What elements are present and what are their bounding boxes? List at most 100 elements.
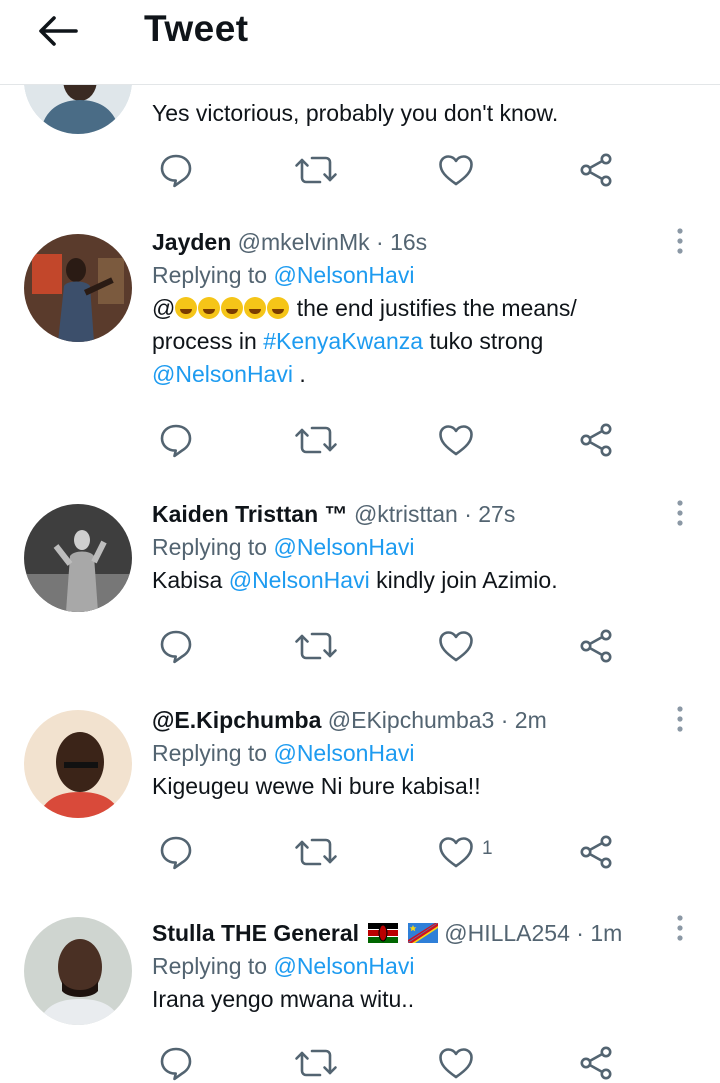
tweet-text-part: Kabisa	[152, 567, 229, 593]
timestamp[interactable]: · 1m	[576, 920, 622, 946]
share-icon	[576, 626, 616, 666]
retweet-button[interactable]	[294, 626, 338, 666]
page-title: Tweet	[144, 8, 249, 49]
tweet-text: Kabisa @NelsonHavi kindly join Azimio.	[152, 564, 680, 597]
heart-icon	[436, 832, 476, 872]
like-button[interactable]	[436, 1043, 476, 1083]
replying-to-label: Replying to	[152, 534, 268, 560]
avatar[interactable]	[24, 234, 132, 342]
reply-tweet[interactable]: @E.Kipchumba @EKipchumba3 · 2m Replying …	[0, 686, 720, 894]
reply-icon	[156, 626, 196, 666]
tweet-text: Irana yengo mwana witu..	[152, 986, 415, 1012]
retweet-icon	[294, 832, 338, 872]
reply-button[interactable]	[156, 832, 196, 872]
laughing-emoji-icon	[221, 297, 244, 319]
share-icon	[576, 1043, 616, 1083]
tweet-actions	[152, 1043, 632, 1083]
tweet-text: @ the end justifies the means/ process i…	[152, 292, 680, 391]
reply-button[interactable]	[156, 420, 196, 460]
reply-button[interactable]	[156, 1043, 196, 1083]
heart-icon	[436, 420, 476, 460]
hashtag-link[interactable]: #KenyaKwanza	[263, 328, 423, 354]
author-name[interactable]: Jayden	[152, 229, 231, 255]
top-app-bar: Tweet	[0, 0, 720, 85]
laughing-emoji-icon	[244, 297, 267, 319]
tweet-feed: Yes victorious, probably you don't know.…	[0, 0, 720, 1080]
laughing-emoji-icon	[198, 297, 221, 319]
tweet-actions: 1	[152, 832, 632, 872]
retweet-icon	[294, 1043, 338, 1083]
tweet-text-part: kindly join Azimio.	[369, 567, 558, 593]
retweet-button[interactable]	[294, 832, 338, 872]
tweet-text: Kigeugeu wewe Ni bure kabisa!!	[152, 773, 481, 799]
author-handle[interactable]: @ktristtan	[354, 501, 458, 527]
avatar[interactable]	[24, 504, 132, 612]
reply-button[interactable]	[156, 626, 196, 666]
share-icon	[576, 832, 616, 872]
avatar[interactable]	[24, 710, 132, 818]
share-button[interactable]	[576, 420, 616, 460]
author-handle[interactable]: @HILLA254	[444, 920, 570, 946]
mention-link[interactable]: @NelsonHavi	[152, 361, 293, 387]
like-count: 1	[482, 838, 493, 859]
retweet-button[interactable]	[294, 420, 338, 460]
reply-icon	[156, 832, 196, 872]
reply-tweet[interactable]: Jayden @mkelvinMk · 16s Replying to @Nel…	[0, 208, 720, 481]
share-button[interactable]	[576, 626, 616, 666]
avatar[interactable]	[24, 917, 132, 1025]
reply-tweet[interactable]: Stulla THE General @HILLA254 · 1m Replyi…	[0, 893, 720, 1080]
tweet-text-part: tuko strong	[423, 328, 544, 354]
replying-to-link[interactable]: @NelsonHavi	[273, 740, 414, 766]
reply-icon	[156, 150, 196, 190]
replying-to-label: Replying to	[152, 262, 268, 288]
like-button[interactable]	[436, 420, 476, 460]
heart-icon	[436, 150, 476, 190]
tweet-text: Yes victorious, probably you don't know.	[152, 100, 559, 126]
reply-tweet[interactable]: Kaiden Tristtan ™ @ktristtan · 27s Reply…	[0, 480, 720, 687]
author-handle[interactable]: @mkelvinMk	[238, 229, 370, 255]
share-icon	[576, 420, 616, 460]
replying-to-label: Replying to	[152, 953, 268, 979]
share-button[interactable]	[576, 1043, 616, 1083]
mention-link[interactable]: @NelsonHavi	[229, 567, 370, 593]
author-name[interactable]: @E.Kipchumba	[152, 707, 321, 733]
share-button[interactable]	[576, 150, 616, 190]
tweet-text-at: @	[152, 295, 176, 321]
tweet-actions	[152, 626, 632, 666]
reply-icon	[156, 1043, 196, 1083]
like-button[interactable]	[436, 150, 476, 190]
author-name[interactable]: Kaiden Tristtan ™	[152, 501, 348, 527]
share-button[interactable]	[576, 832, 616, 872]
replying-to-label: Replying to	[152, 740, 268, 766]
retweet-icon	[294, 150, 338, 190]
tweet-text-part: the end justifies the means/	[290, 295, 577, 321]
reply-button[interactable]	[156, 150, 196, 190]
back-button[interactable]	[36, 14, 80, 48]
like-button[interactable]: 1	[436, 832, 493, 872]
timestamp[interactable]: · 27s	[464, 501, 515, 527]
retweet-button[interactable]	[294, 150, 338, 190]
timestamp[interactable]: · 16s	[376, 229, 427, 255]
drc-flag-icon	[407, 923, 438, 943]
reply-icon	[156, 420, 196, 460]
retweet-icon	[294, 420, 338, 460]
heart-icon	[436, 626, 476, 666]
laughing-emoji-icon	[175, 297, 198, 319]
author-handle[interactable]: @EKipchumba3	[328, 707, 495, 733]
replying-to-link[interactable]: @NelsonHavi	[273, 953, 414, 979]
tweet-text-part: .	[292, 361, 306, 387]
arrow-left-icon	[39, 16, 78, 46]
share-icon	[576, 150, 616, 190]
retweet-icon	[294, 626, 338, 666]
heart-icon	[436, 1043, 476, 1083]
tweet-actions	[152, 420, 632, 460]
like-button[interactable]	[436, 626, 476, 666]
replying-to-link[interactable]: @NelsonHavi	[273, 534, 414, 560]
replying-to-link[interactable]: @NelsonHavi	[273, 262, 414, 288]
timestamp[interactable]: · 2m	[501, 707, 547, 733]
author-name[interactable]: Stulla THE General	[152, 920, 359, 946]
kenya-flag-icon	[368, 923, 399, 943]
tweet-actions	[152, 150, 632, 190]
laughing-emoji-icon	[267, 297, 290, 319]
retweet-button[interactable]	[294, 1043, 338, 1083]
